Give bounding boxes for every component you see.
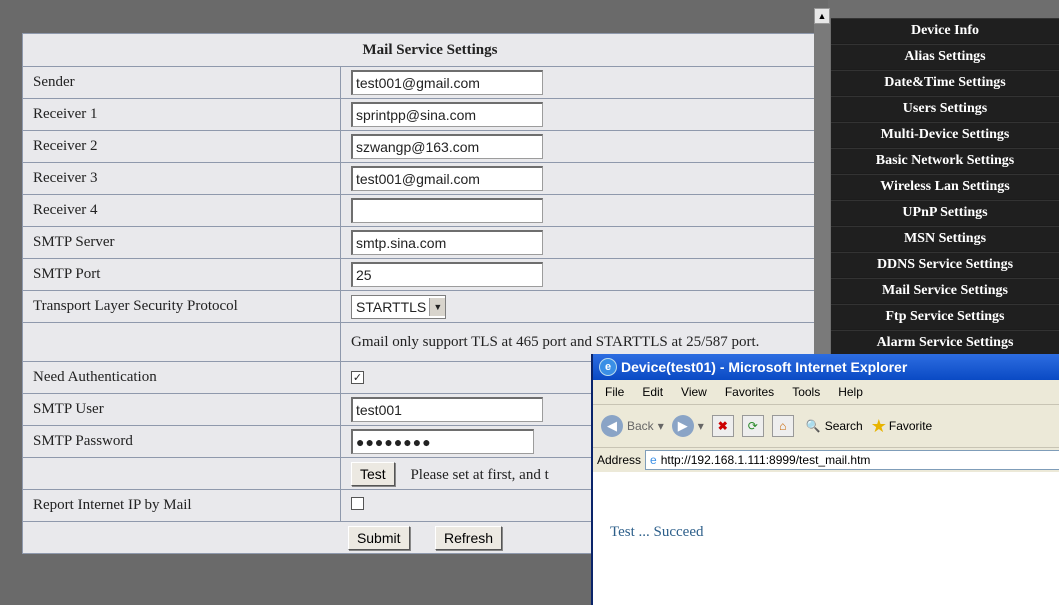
menu-item-mail-service-settings[interactable]: Mail Service Settings	[831, 278, 1059, 303]
smtp-password-input[interactable]	[351, 429, 534, 454]
chevron-down-icon[interactable]: ▼	[429, 297, 446, 316]
menu-item-alias-settings[interactable]: Alias Settings	[831, 44, 1059, 69]
menu-edit[interactable]: Edit	[642, 385, 663, 399]
settings-menu: Device Info Alias Settings Date&Time Setti…	[831, 18, 1059, 356]
receiver4-label: Receiver 4	[22, 194, 341, 227]
home-icon[interactable]: ⌂	[771, 415, 794, 437]
receiver3-label: Receiver 3	[22, 162, 341, 195]
address-input[interactable]: e http://192.168.1.111:8999/test_mail.ht…	[645, 450, 1059, 470]
sender-input[interactable]	[351, 70, 543, 95]
receiver3-input[interactable]	[351, 166, 543, 191]
smtp-server-input[interactable]	[351, 230, 543, 255]
ie-logo-icon: e	[599, 358, 617, 376]
menu-tools[interactable]: Tools	[792, 385, 820, 399]
test-row-blank	[22, 457, 341, 490]
menu-item-alarm-service-settings[interactable]: Alarm Service Settings	[831, 330, 1059, 355]
test-button[interactable]: Test	[351, 461, 395, 486]
sender-label: Sender	[22, 66, 341, 99]
tls-label: Transport Layer Security Protocol	[22, 290, 341, 323]
submit-button[interactable]: Submit	[347, 525, 410, 550]
smtp-user-label: SMTP User	[22, 393, 341, 426]
test-note: Please set at first, and t	[410, 466, 549, 483]
smtp-port-label: SMTP Port	[22, 258, 341, 291]
need-auth-checkbox[interactable]: ✓	[351, 371, 364, 384]
form-title: Mail Service Settings	[22, 33, 828, 67]
receiver1-input[interactable]	[351, 102, 543, 127]
menu-item-ftp-service-settings[interactable]: Ftp Service Settings	[831, 304, 1059, 329]
smtp-password-label: SMTP Password	[22, 425, 341, 458]
menu-item-basic-network-settings[interactable]: Basic Network Settings	[831, 148, 1059, 173]
popup-content: Test ... Succeed	[593, 472, 1059, 605]
tls-note-blank	[22, 322, 341, 362]
popup-addressbar: Address e http://192.168.1.111:8999/test…	[593, 448, 1059, 473]
search-icon[interactable]: 🔍	[806, 419, 821, 433]
search-label[interactable]: Search	[825, 419, 863, 433]
favorites-label[interactable]: Favorite	[889, 419, 932, 433]
back-label[interactable]: Back	[627, 419, 654, 433]
popup-title: Device(test01) - Microsoft Internet Expl…	[621, 359, 908, 375]
address-label: Address	[597, 453, 642, 467]
forward-dropdown-icon[interactable]: ▾	[698, 419, 704, 433]
back-dropdown-icon[interactable]: ▾	[658, 419, 664, 433]
receiver2-input[interactable]	[351, 134, 543, 159]
popup-toolbar: ◀ Back ▾ ▶ ▾ ✖ ⟳ ⌂ 🔍 Search ★ Favorite	[593, 405, 1059, 448]
stop-icon[interactable]: ✖	[711, 415, 734, 437]
popup-menubar: File Edit View Favorites Tools Help	[593, 380, 1059, 405]
menu-item-msn-settings[interactable]: MSN Settings	[831, 226, 1059, 251]
refresh-icon[interactable]: ⟳	[741, 415, 764, 437]
refresh-button[interactable]: Refresh	[435, 525, 503, 550]
menu-item-users-settings[interactable]: Users Settings	[831, 96, 1059, 121]
smtp-user-input[interactable]	[351, 397, 543, 422]
menu-file[interactable]: File	[605, 385, 624, 399]
smtp-server-label: SMTP Server	[22, 226, 341, 259]
receiver4-input[interactable]	[351, 198, 543, 223]
menu-view[interactable]: View	[681, 385, 707, 399]
forward-arrow-icon[interactable]: ▶	[671, 415, 694, 437]
report-ip-checkbox[interactable]	[351, 496, 364, 510]
receiver1-label: Receiver 1	[22, 98, 341, 131]
need-auth-label: Need Authentication	[22, 361, 341, 394]
tls-select-value: STARTTLS	[356, 298, 427, 315]
menu-favorites[interactable]: Favorites	[725, 385, 774, 399]
menu-item-ddns-service-settings[interactable]: DDNS Service Settings	[831, 252, 1059, 277]
page-icon: e	[650, 453, 657, 467]
smtp-port-input[interactable]	[351, 262, 543, 287]
address-url: http://192.168.1.111:8999/test_mail.htm	[660, 453, 871, 467]
menu-item-device-info[interactable]: Device Info	[831, 18, 1059, 43]
menu-item-wireless-lan-settings[interactable]: Wireless Lan Settings	[831, 174, 1059, 199]
ie-popup-window: e Device(test01) - Microsoft Internet Ex…	[591, 354, 1059, 605]
back-arrow-icon[interactable]: ◀	[601, 415, 623, 437]
menu-item-multi-device-settings[interactable]: Multi-Device Settings	[831, 122, 1059, 147]
favorites-star-icon[interactable]: ★	[871, 416, 887, 437]
scroll-up-arrow-icon[interactable]: ▲	[814, 8, 830, 24]
menu-item-upnp-settings[interactable]: UPnP Settings	[831, 200, 1059, 225]
popup-titlebar[interactable]: e Device(test01) - Microsoft Internet Ex…	[593, 354, 1059, 380]
receiver2-label: Receiver 2	[22, 130, 341, 163]
tls-select[interactable]: STARTTLS ▼	[351, 294, 447, 319]
menu-help[interactable]: Help	[838, 385, 863, 399]
test-result-message: Test ... Succeed	[610, 524, 704, 540]
report-ip-label: Report Internet IP by Mail	[22, 489, 341, 522]
menu-item-date-time-settings[interactable]: Date&Time Settings	[831, 70, 1059, 95]
